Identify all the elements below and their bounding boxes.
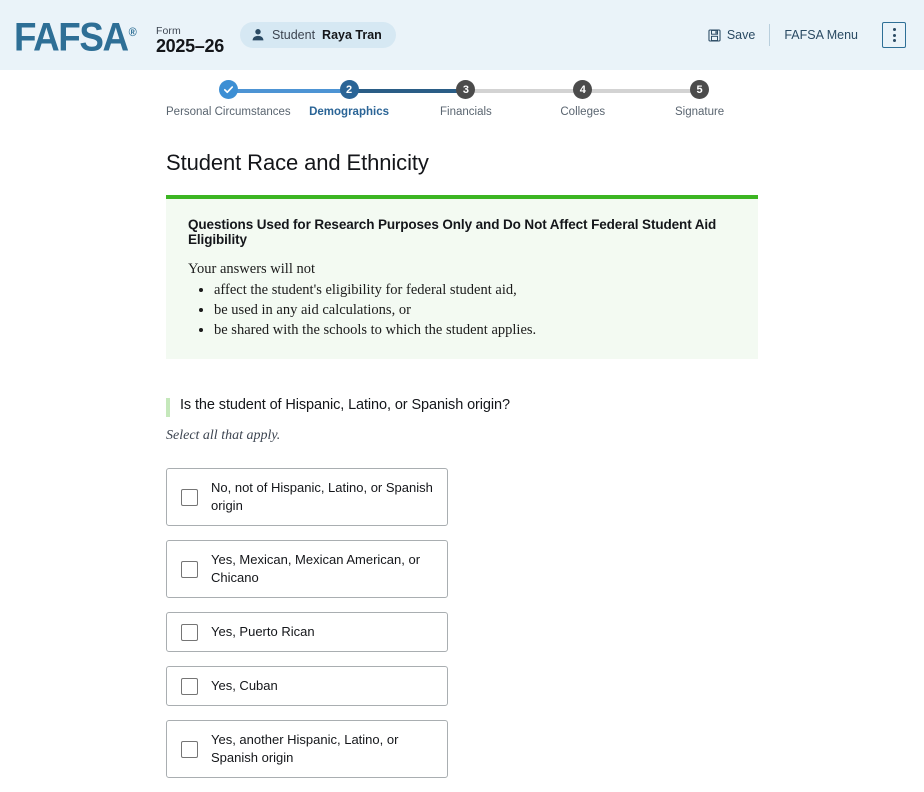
stepper-label: Colleges [560, 106, 606, 118]
checkbox-option-label: Yes, another Hispanic, Latino, or Spanis… [211, 732, 399, 765]
checkbox-unchecked-icon[interactable] [181, 678, 198, 695]
checkbox-option-label: Yes, Cuban [211, 678, 278, 693]
stepper-label: Demographics [309, 106, 389, 118]
stepper-steps: Personal Circumstances 2 Demographics 3 Fina… [166, 80, 758, 118]
stepper-step-colleges[interactable]: 4 Colleges [465, 80, 700, 118]
checkbox-option-label: Yes, Puerto Rican [211, 624, 315, 639]
checkbox-unchecked-icon[interactable] [181, 489, 198, 506]
student-badge-role: Student [271, 27, 316, 42]
stepper-circle-2: 2 [339, 80, 359, 99]
kebab-dot [892, 33, 896, 37]
form-year: 2025–26 [155, 35, 224, 56]
stepper-label: Financials [440, 106, 492, 118]
info-box-bullet: be used in any aid calculations, or [214, 302, 736, 319]
fafsa-menu-label: FAFSA Menu [784, 28, 858, 42]
stepper-circle-3: 3 [456, 80, 476, 99]
main-content: Personal Circumstances 2 Demographics 3 Fina… [0, 80, 924, 792]
kebab-dot [892, 28, 896, 31]
save-disk-icon [708, 28, 721, 42]
info-box-bullet: affect the student's eligibility for fed… [214, 282, 736, 299]
checkbox-option-label: No, not of Hispanic, Latino, or Spanish … [211, 480, 433, 513]
save-button[interactable]: Save [694, 24, 770, 46]
stepper-step-personal-circumstances[interactable]: Personal Circumstances [166, 80, 353, 118]
progress-stepper: Personal Circumstances 2 Demographics 3 Fina… [166, 80, 758, 128]
question-accent-bar [166, 398, 170, 417]
stepper-circle-5: 5 [690, 80, 710, 99]
research-purposes-info-box: Questions Used for Research Purposes Onl… [166, 195, 758, 359]
student-badge-name: Raya Tran [322, 27, 382, 42]
kebab-menu-icon[interactable] [882, 22, 906, 48]
registered-trademark-icon: ® [128, 25, 137, 40]
form-content-column: Personal Circumstances 2 Demographics 3 Fina… [166, 80, 758, 792]
student-badge[interactable]: Student Raya Tran [239, 21, 396, 48]
stepper-connector [582, 89, 700, 93]
question-text: Is the student of Hispanic, Latino, or S… [180, 397, 510, 413]
stepper-step-demographics[interactable]: 2 Demographics [232, 80, 466, 118]
header-branding: FAFSA® Form 2025–26 Student Raya Tran [14, 12, 396, 60]
info-box-bullet: be shared with the schools to which the … [214, 322, 736, 339]
app-header: FAFSA® Form 2025–26 Student Raya Tran Sa… [0, 0, 924, 70]
checkbox-option[interactable]: Yes, another Hispanic, Latino, or Spanis… [166, 720, 448, 778]
save-label: Save [726, 28, 756, 42]
stepper-connector [349, 89, 466, 93]
info-box-lead: Your answers will not [188, 261, 316, 277]
checkbox-option-list: No, not of Hispanic, Latino, or Spanish … [166, 468, 758, 792]
checkbox-option-label: Yes, Mexican, Mexican American, or Chica… [211, 552, 421, 585]
checkbox-unchecked-icon[interactable] [181, 561, 198, 578]
stepper-label: Personal Circumstances [166, 106, 291, 118]
stepper-label: Signature [674, 106, 725, 118]
fafsa-logo[interactable]: FAFSA® [14, 12, 146, 60]
stepper-connector [232, 89, 350, 93]
header-actions: Save FAFSA Menu [694, 22, 906, 48]
question-hint: Select all that apply. [166, 428, 281, 443]
info-box-title: Questions Used for Research Purposes Onl… [188, 217, 717, 247]
form-year-block: Form 2025–26 [155, 25, 224, 58]
check-icon [218, 80, 238, 99]
fafsa-logo-text: FAFSA [14, 15, 129, 60]
info-box-bullet-list: affect the student's eligibility for fed… [188, 282, 736, 339]
page-title: Student Race and Ethnicity [166, 150, 429, 175]
kebab-dot [892, 39, 896, 42]
checkbox-unchecked-icon[interactable] [181, 741, 198, 758]
question-block: Is the student of Hispanic, Latino, or S… [166, 397, 758, 417]
checkbox-option[interactable]: Yes, Puerto Rican [166, 612, 448, 652]
fafsa-menu-button[interactable]: FAFSA Menu [770, 24, 872, 46]
stepper-connector [465, 89, 583, 93]
person-icon [251, 28, 265, 42]
stepper-step-financials[interactable]: 3 Financials [349, 80, 583, 118]
checkbox-unchecked-icon[interactable] [181, 624, 198, 641]
checkbox-option[interactable]: No, not of Hispanic, Latino, or Spanish … [166, 468, 448, 526]
checkbox-option[interactable]: Yes, Cuban [166, 666, 448, 706]
stepper-step-signature[interactable]: 5 Signature [582, 80, 758, 118]
stepper-circle-4: 4 [573, 80, 593, 99]
checkbox-option[interactable]: Yes, Mexican, Mexican American, or Chica… [166, 540, 448, 598]
